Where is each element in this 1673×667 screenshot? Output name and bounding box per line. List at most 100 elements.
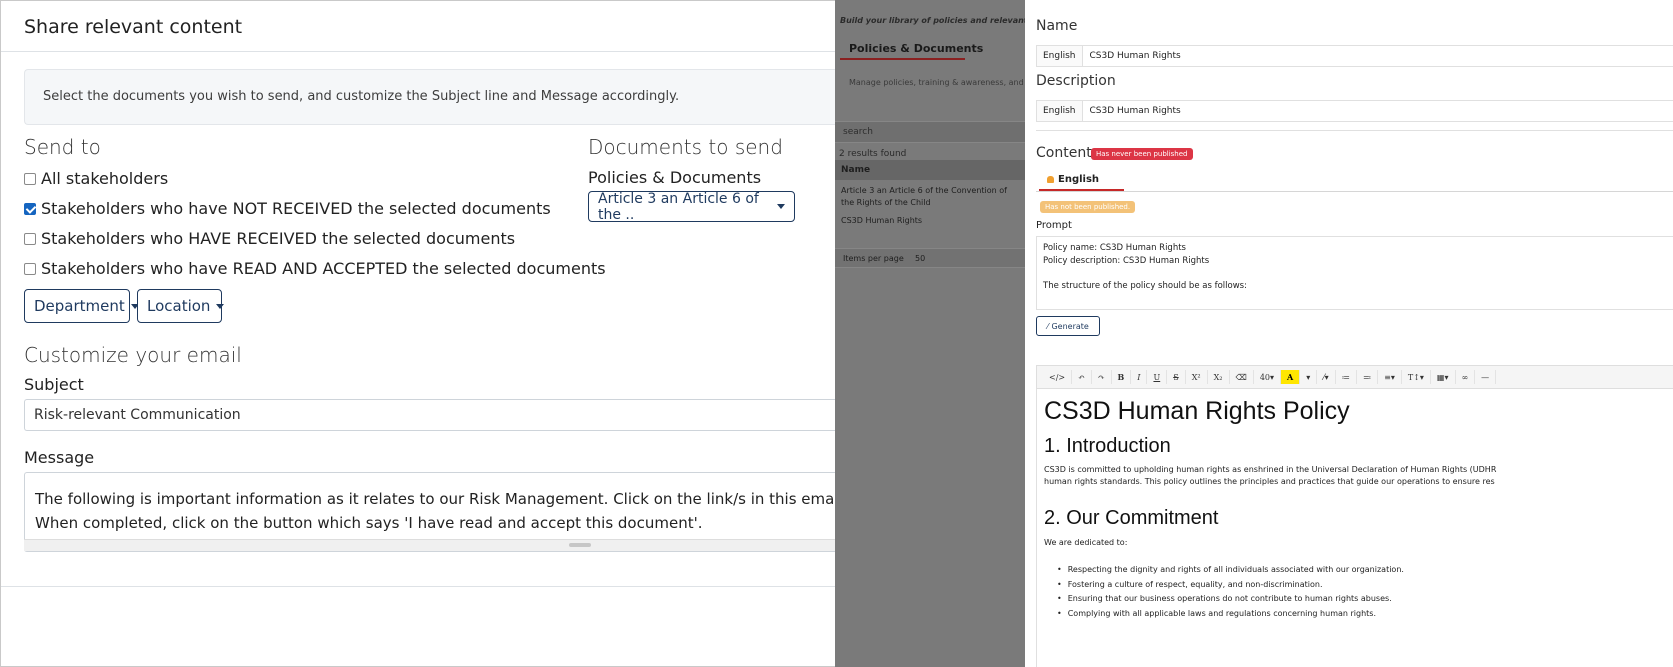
prompt-line: The structure of the policy should be as… — [1043, 280, 1247, 291]
info-alert: Select the documents you wish to send, a… — [24, 69, 900, 125]
results-count: 2 results found — [839, 149, 907, 159]
doc-title: CS3D Human Rights Policy — [1044, 397, 1350, 425]
message-line-1: The following is important information a… — [35, 490, 877, 508]
list-item: Complying with all applicable laws and r… — [1057, 607, 1404, 622]
option-label: All stakeholders — [41, 169, 169, 188]
tab-underline — [840, 58, 965, 60]
library-panel-backdrop: Build your library of policies and relev… — [835, 0, 1025, 667]
description-label: Description — [1036, 73, 1116, 89]
text-color-icon[interactable]: A — [1281, 370, 1301, 384]
table-icon[interactable]: ▦▾ — [1431, 370, 1456, 384]
bullet-list-icon[interactable]: ≔ — [1336, 370, 1357, 384]
subscript-icon[interactable]: X₂ — [1208, 370, 1230, 384]
option-label: Stakeholders who have NOT RECEIVED the s… — [41, 199, 551, 218]
table-row[interactable]: Article 3 an Article 6 of the Convention… — [841, 185, 1021, 209]
table-header: Name — [835, 160, 1025, 180]
font-size-icon[interactable]: 40▾ — [1254, 370, 1282, 384]
rich-text-editor[interactable]: CS3D Human Rights Policy 1. Introduction… — [1036, 389, 1673, 667]
description-field[interactable]: English CS3D Human Rights — [1036, 100, 1673, 122]
tab-policies-documents[interactable]: Policies & Documents — [849, 42, 983, 55]
magic-wand-icon: ⁄ — [1047, 321, 1049, 331]
doc-section-heading: 1. Introduction — [1044, 435, 1171, 457]
checkbox[interactable] — [24, 172, 36, 185]
prompt-textarea[interactable]: Policy name: CS3D Human Rights Policy de… — [1036, 236, 1673, 310]
option-all-stakeholders[interactable]: All stakeholders — [24, 169, 168, 188]
color-chevron-icon[interactable]: ▾ — [1300, 370, 1318, 384]
undo-icon[interactable]: ↶ — [1072, 370, 1092, 384]
magic-wand-icon[interactable]: ⁄▾ — [1317, 370, 1336, 384]
name-value: CS3D Human Rights — [1089, 51, 1181, 61]
message-label: Message — [24, 448, 95, 467]
bell-icon — [1047, 176, 1054, 183]
modal-title: Share relevant content — [24, 16, 243, 38]
option-not-received[interactable]: Stakeholders who have NOT RECEIVED the s… — [24, 199, 551, 218]
section-divider — [1036, 130, 1673, 131]
doc-paragraph: We are dedicated to: — [1044, 538, 1128, 547]
editor-toolbar: </> ↶ ↷ B I U S X² X₂ ⌫ 40▾ A ▾ ⁄▾ ≔ ≕ ≡… — [1036, 365, 1673, 389]
subject-input[interactable]: Risk-relevant Communication — [24, 399, 900, 431]
tab-divider — [1036, 191, 1673, 192]
option-have-received[interactable]: Stakeholders who HAVE RECEIVED the selec… — [24, 229, 515, 248]
code-view-icon[interactable]: </> — [1043, 370, 1073, 384]
superscript-icon[interactable]: X² — [1186, 370, 1208, 384]
align-icon[interactable]: ≡▾ — [1378, 370, 1402, 384]
documents-category: Policies & Documents — [588, 168, 762, 187]
caret-down-icon — [777, 204, 785, 209]
doc-paragraph: CS3D is committed to upholding human rig… — [1044, 465, 1497, 474]
italic-icon[interactable]: I — [1131, 370, 1148, 384]
option-read-accepted[interactable]: Stakeholders who have READ AND ACCEPTED … — [24, 259, 606, 278]
generate-label: Generate — [1051, 321, 1089, 331]
name-lang: English — [1037, 46, 1083, 66]
option-label: Stakeholders who have READ AND ACCEPTED … — [41, 259, 606, 278]
checkbox[interactable] — [24, 262, 36, 275]
table-row[interactable]: CS3D Human Rights — [841, 216, 922, 225]
redo-icon[interactable]: ↷ — [1092, 370, 1112, 384]
list-item: Ensuring that our business operations do… — [1057, 592, 1404, 607]
description-value: CS3D Human Rights — [1089, 106, 1181, 116]
library-tagline: Build your library of policies and relev… — [840, 16, 1025, 25]
message-scrollbar[interactable] — [24, 539, 900, 551]
generate-button[interactable]: ⁄ Generate — [1036, 316, 1100, 336]
numbered-list-icon[interactable]: ≕ — [1357, 370, 1379, 384]
department-label: Department — [34, 297, 125, 315]
prompt-label: Prompt — [1036, 220, 1072, 231]
doc-bullet-list: Respecting the dignity and rights of all… — [1057, 563, 1404, 621]
items-per-page-select[interactable]: 50 — [915, 254, 925, 263]
name-field[interactable]: English CS3D Human Rights — [1036, 45, 1673, 67]
send-to-heading: Send to — [24, 135, 101, 159]
list-item: Respecting the dignity and rights of all… — [1057, 563, 1404, 578]
description-lang: English — [1037, 101, 1083, 121]
items-per-page: Items per page 50 — [835, 248, 1025, 268]
document-select-dropdown[interactable]: Article 3 an Article 6 of the .. — [588, 191, 795, 223]
column-name[interactable]: Name — [841, 165, 870, 175]
department-dropdown[interactable]: Department — [24, 289, 139, 323]
text-style-icon[interactable]: T↕▾ — [1402, 370, 1431, 384]
scrollbar-thumb[interactable] — [569, 543, 591, 547]
name-label: Name — [1036, 18, 1078, 34]
eraser-icon[interactable]: ⌫ — [1230, 370, 1254, 384]
strikethrough-icon[interactable]: S — [1167, 370, 1186, 384]
subject-label: Subject — [24, 375, 84, 394]
bold-icon[interactable]: B — [1112, 370, 1132, 384]
items-per-page-label: Items per page — [843, 254, 904, 263]
documents-heading: Documents to send — [588, 135, 783, 159]
content-label: Content — [1036, 145, 1092, 161]
policy-editor-panel: Name English CS3D Human Rights Descripti… — [1025, 0, 1673, 667]
location-dropdown[interactable]: Location — [137, 289, 225, 323]
share-content-modal: Share relevant content Select the docume… — [0, 0, 900, 667]
horizontal-rule-icon[interactable]: — — [1475, 370, 1497, 384]
underline-icon[interactable]: U — [1147, 370, 1168, 384]
checkbox[interactable] — [24, 232, 36, 245]
doc-section-heading: 2. Our Commitment — [1044, 507, 1219, 529]
option-label: Stakeholders who HAVE RECEIVED the selec… — [41, 229, 516, 248]
library-search-input[interactable]: search — [835, 121, 1025, 143]
link-icon[interactable]: ∞ — [1456, 370, 1476, 384]
caret-down-icon — [216, 303, 225, 309]
tab-english[interactable]: English — [1047, 174, 1099, 185]
footer-divider — [1, 586, 900, 587]
tab-label: English — [1058, 174, 1100, 185]
not-published-badge: Has not been published. — [1040, 201, 1136, 213]
info-text: Select the documents you wish to send, a… — [43, 89, 680, 104]
search-placeholder: search — [843, 127, 873, 137]
checkbox-checked[interactable] — [24, 202, 36, 215]
